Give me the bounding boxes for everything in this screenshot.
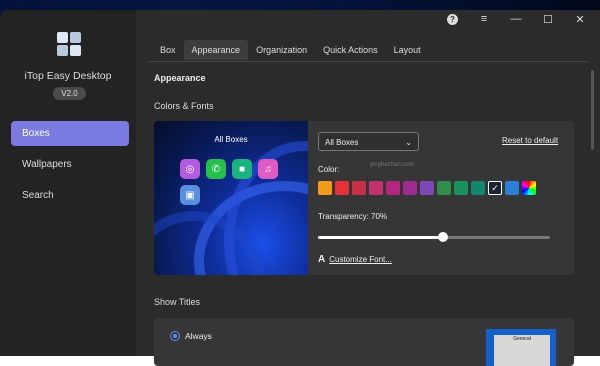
sidebar-item-search[interactable]: Search: [11, 183, 129, 208]
facetime-icon: ■: [232, 159, 252, 179]
customize-font-label: Customize Font...: [329, 255, 392, 264]
menu-icon[interactable]: ≡: [478, 13, 490, 25]
preview-title: All Boxes: [214, 135, 248, 144]
scrollbar[interactable]: [591, 70, 594, 150]
sidebar-item-wallpapers[interactable]: Wallpapers: [11, 152, 129, 177]
app-window: iTop Easy Desktop V2.0 Boxes Wallpapers …: [0, 10, 600, 366]
tab-organization[interactable]: Organization: [248, 40, 315, 60]
title-bar: ? ≡ — ☐ ✕: [447, 10, 600, 28]
customize-font-link[interactable]: A Customize Font...: [318, 254, 392, 265]
section-title: Appearance: [154, 73, 206, 83]
thumb-box: General: [494, 335, 550, 366]
font-icon: A: [318, 254, 326, 265]
transparency-slider[interactable]: [318, 232, 550, 242]
tab-bar: Box Appearance Organization Quick Action…: [152, 40, 429, 60]
slider-fill: [318, 236, 444, 239]
tab-layout[interactable]: Layout: [386, 40, 429, 60]
color-swatch[interactable]: [369, 181, 383, 195]
color-picker-swatch[interactable]: [522, 181, 536, 195]
color-swatch[interactable]: ✓: [488, 181, 502, 195]
color-swatch[interactable]: [471, 181, 485, 195]
tab-quick-actions[interactable]: Quick Actions: [315, 40, 386, 60]
color-swatch[interactable]: [454, 181, 468, 195]
main-panel: ? ≡ — ☐ ✕ Box Appearance Organization Qu…: [136, 10, 600, 366]
sidebar-item-boxes[interactable]: Boxes: [11, 121, 129, 146]
transparency-label: Transparency: 70%: [318, 212, 388, 221]
colors-fonts-heading: Colors & Fonts: [154, 101, 214, 111]
slider-handle[interactable]: [438, 232, 449, 242]
watermark: yinghezhan.com: [370, 162, 414, 168]
color-swatch[interactable]: [505, 181, 519, 195]
help-icon[interactable]: ?: [447, 13, 458, 25]
photos-icon: ▣: [180, 185, 200, 205]
color-swatch[interactable]: [335, 181, 349, 195]
color-swatches: ✓: [318, 181, 536, 195]
app-logo-icon: [57, 32, 81, 56]
whatsapp-icon: ✆: [206, 159, 226, 179]
preview-apps: ◎ ✆ ■ ♫ ▣: [180, 159, 280, 205]
tab-appearance[interactable]: Appearance: [183, 40, 249, 60]
color-swatch[interactable]: [403, 181, 417, 195]
maximize-button[interactable]: ☐: [542, 13, 554, 26]
music-icon: ♫: [258, 159, 278, 179]
box-select[interactable]: All Boxes ⌄: [318, 132, 419, 151]
minimize-button[interactable]: —: [510, 13, 522, 25]
radio-always[interactable]: [170, 331, 180, 341]
sidebar: iTop Easy Desktop V2.0 Boxes Wallpapers …: [0, 10, 136, 356]
show-titles-preview: General: [486, 329, 556, 366]
chevron-down-icon: ⌄: [405, 138, 412, 147]
tab-divider: [148, 61, 588, 62]
color-swatch[interactable]: [420, 181, 434, 195]
reset-default-link[interactable]: Reset to default: [502, 136, 558, 145]
color-label: Color:: [318, 165, 340, 174]
color-swatch[interactable]: [352, 181, 366, 195]
chrome-icon: ◎: [180, 159, 200, 179]
box-preview: All Boxes ◎ ✆ ■ ♫ ▣: [154, 121, 308, 275]
color-swatch[interactable]: [318, 181, 332, 195]
close-button[interactable]: ✕: [574, 13, 586, 26]
colors-fonts-card: All Boxes ◎ ✆ ■ ♫ ▣ All Boxes ⌄ Reset to…: [154, 121, 574, 275]
color-swatch[interactable]: [386, 181, 400, 195]
box-select-value: All Boxes: [325, 138, 359, 147]
show-titles-card: Always General: [154, 318, 574, 366]
color-swatch[interactable]: [437, 181, 451, 195]
tab-box[interactable]: Box: [152, 40, 184, 60]
show-titles-heading: Show Titles: [154, 297, 201, 307]
app-name: iTop Easy Desktop: [24, 70, 112, 82]
thumb-title: General: [513, 336, 531, 342]
radio-always-label: Always: [185, 331, 212, 341]
version-badge: V2.0: [53, 87, 86, 100]
